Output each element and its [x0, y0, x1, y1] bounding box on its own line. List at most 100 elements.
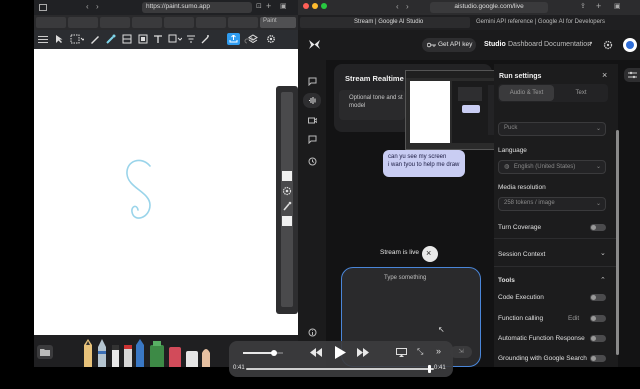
back-icon[interactable]: ‹	[396, 2, 399, 11]
tab-2[interactable]	[68, 17, 98, 28]
tune-panel-button[interactable]	[624, 68, 640, 82]
tab-text[interactable]: Text	[556, 85, 606, 101]
settings-icon[interactable]	[266, 34, 276, 44]
gear-dock-icon[interactable]	[282, 186, 292, 196]
function-calling-edit[interactable]: Edit	[568, 315, 579, 322]
studio-logo-icon[interactable]	[308, 39, 321, 50]
minimize-window-button[interactable]	[312, 3, 318, 9]
stop-stream-button[interactable]: ×	[422, 246, 438, 262]
forward-icon[interactable]: ›	[96, 2, 99, 11]
maximize-window-button[interactable]	[321, 3, 327, 9]
avatar[interactable]	[623, 38, 637, 52]
tab-6[interactable]	[196, 17, 226, 28]
nav-studio[interactable]: Studio	[484, 41, 506, 48]
function-calling-label: Function calling	[498, 315, 544, 322]
color-swatch-secondary[interactable]	[282, 216, 292, 226]
select-arrow-icon[interactable]	[54, 34, 64, 44]
avatar-inner	[626, 41, 634, 49]
fast-forward-icon[interactable]	[357, 348, 369, 357]
airplay-icon[interactable]	[396, 348, 407, 357]
tabs-icon[interactable]: ▣	[614, 2, 621, 10]
volume-fill	[243, 352, 273, 354]
close-settings-icon[interactable]: ×	[602, 70, 607, 80]
history-icon[interactable]	[308, 157, 317, 166]
forward-icon[interactable]: ›	[406, 2, 409, 11]
turn-coverage-toggle[interactable]	[590, 224, 606, 231]
chevron-down-icon: ⌄	[595, 164, 601, 170]
settings-scrollbar[interactable]	[616, 130, 619, 355]
scrub-track[interactable]	[246, 368, 434, 370]
volume-knob[interactable]	[271, 350, 277, 356]
nav-documentation[interactable]: Documentation	[544, 41, 591, 48]
dock-slider-track[interactable]	[281, 92, 293, 307]
brush-icon[interactable]	[106, 34, 116, 44]
magic-wand-icon[interactable]	[200, 34, 210, 44]
send-button[interactable]: ⇲	[450, 346, 472, 358]
voice-select[interactable]: Puck ⌄	[498, 122, 606, 136]
send-icon: ⇲	[458, 349, 464, 355]
brush-dock-icon[interactable]	[282, 201, 292, 211]
left-rail	[298, 60, 326, 367]
video-icon[interactable]	[308, 116, 317, 125]
code-execution-toggle[interactable]	[590, 294, 606, 301]
tab-stream[interactable]: Stream | Google AI Studio	[300, 17, 470, 28]
pen-icon[interactable]	[90, 34, 100, 44]
shape-tool-icon[interactable]	[168, 34, 182, 44]
tab-gemini[interactable]: Gemini API reference | Google AI for Dev…	[472, 17, 638, 28]
sidebar-icon[interactable]	[39, 4, 47, 11]
tab-paint[interactable]: Paint	[260, 17, 296, 28]
system-instructions-box[interactable]: Optional tone and st model	[339, 90, 405, 120]
auto-function-response-toggle[interactable]	[590, 335, 606, 342]
studio-url-text: aistudio.google.com/live	[454, 3, 524, 10]
prompt-icon[interactable]	[308, 135, 317, 144]
tabs-icon[interactable]: ▣	[280, 2, 287, 10]
grounding-toggle[interactable]	[590, 355, 606, 362]
back-icon[interactable]: ‹	[86, 2, 89, 11]
gear-icon[interactable]	[603, 40, 613, 50]
nav-dashboard[interactable]: Dashboard	[508, 41, 542, 48]
color-swatch-white[interactable]	[282, 171, 292, 181]
menu-icon[interactable]	[38, 35, 48, 44]
play-icon[interactable]	[335, 346, 346, 359]
skip-icon[interactable]: »	[436, 346, 441, 356]
session-context-label[interactable]: Session Context	[498, 251, 545, 258]
brush-set-icon[interactable]	[78, 339, 218, 367]
eraser-icon[interactable]	[122, 34, 132, 44]
fill-icon[interactable]	[138, 34, 148, 44]
tab-3[interactable]	[100, 17, 130, 28]
chevron-up-icon[interactable]: ⌃	[600, 276, 606, 284]
media-resolution-select[interactable]: 258 tokens / image ⌄	[498, 197, 606, 211]
function-calling-toggle[interactable]	[590, 315, 606, 322]
rewind-icon[interactable]	[310, 348, 322, 357]
media-resolution-value: 258 tokens / image	[504, 200, 555, 206]
info-icon[interactable]	[308, 328, 317, 337]
tab-overview-icon[interactable]: ⊡	[256, 2, 262, 10]
pip-icon[interactable]: ⤡	[417, 347, 423, 357]
studio-url-field[interactable]: aistudio.google.com/live	[430, 2, 548, 13]
new-tab-icon[interactable]: +	[596, 1, 601, 11]
tools-label[interactable]: Tools	[498, 277, 515, 284]
marquee-select-icon[interactable]	[70, 34, 84, 44]
chat-icon[interactable]	[308, 77, 317, 86]
tab-1[interactable]	[36, 17, 66, 28]
tab-7[interactable]	[228, 17, 258, 28]
close-window-button[interactable]	[303, 3, 309, 9]
mouse-cursor-icon: ↖	[438, 325, 445, 334]
filter-icon[interactable]	[186, 34, 196, 44]
paint-url-field[interactable]: https://paint.sumo.app	[142, 2, 252, 13]
tab-audio-text[interactable]: Audio & Text	[499, 85, 554, 101]
chat-line-2: i wan tyou to help me draw	[388, 162, 460, 168]
share-icon[interactable]: ⇪	[580, 2, 586, 10]
text-tool-icon[interactable]	[153, 34, 163, 44]
scrub-knob[interactable]	[428, 365, 431, 373]
tab-5[interactable]	[164, 17, 194, 28]
tab-4[interactable]	[132, 17, 162, 28]
get-api-key-button[interactable]: Get API key	[422, 38, 476, 52]
layers-icon[interactable]	[248, 34, 258, 44]
video-player-controls: ⤡ » 0:41 0:41	[229, 341, 453, 377]
drawing-canvas[interactable]	[34, 60, 274, 320]
language-select[interactable]: ◍ English (United States) ⌄	[498, 160, 606, 174]
new-tab-icon[interactable]: +	[266, 1, 271, 11]
chevron-down-icon[interactable]: ⌄	[600, 249, 606, 257]
language-label: Language	[498, 147, 527, 154]
